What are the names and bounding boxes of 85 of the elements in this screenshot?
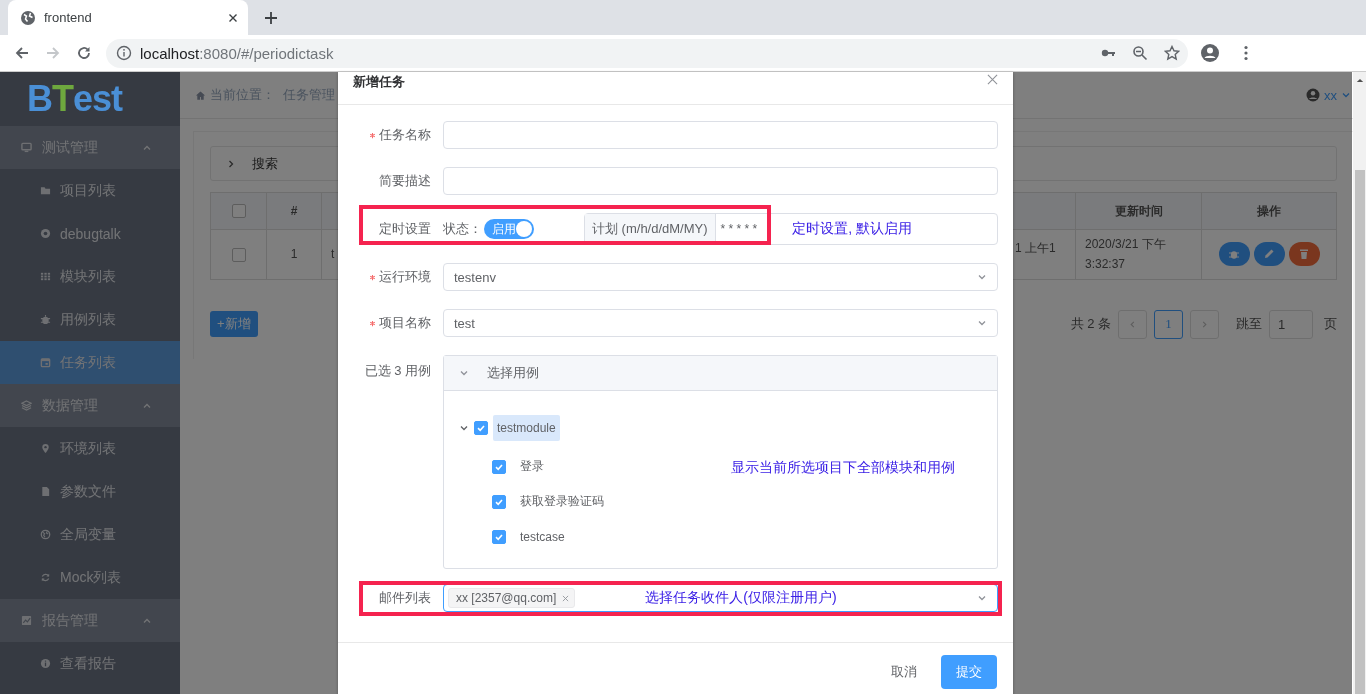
chart-icon: [21, 615, 32, 626]
url-text: localhost:8080/#/periodictask: [140, 44, 334, 62]
page-button[interactable]: 1: [1154, 309, 1183, 339]
chevron-icon: [977, 272, 987, 282]
tag[interactable]: xx [2357@qq.com]: [448, 588, 576, 608]
bug-icon: [1228, 248, 1240, 261]
tree-node[interactable]: 登录: [516, 452, 548, 481]
avatar-icon: [1306, 88, 1320, 102]
calendar-icon: [40, 357, 51, 368]
tree-node[interactable]: 获取登录验证码: [516, 487, 608, 516]
field-label: 已选 3 用例: [364, 362, 431, 380]
chevron-icon: [977, 593, 987, 603]
table-header-cell: 操作: [1201, 192, 1337, 230]
reload-icon[interactable]: [76, 45, 92, 61]
globe-icon: [20, 9, 36, 26]
table-cell: 2020/3/21 下午3:32:37: [1075, 229, 1202, 280]
page-input[interactable]: 1: [1269, 309, 1313, 339]
tree-node[interactable]: testcase: [516, 523, 569, 550]
field-label: 邮件列表: [379, 589, 431, 607]
annotation-text: 选择任务收件人(仅限注册用户): [645, 589, 837, 607]
home-icon: [195, 89, 206, 101]
plus-icon[interactable]: [264, 11, 278, 25]
checkbox[interactable]: [231, 248, 246, 262]
forward-icon[interactable]: [45, 45, 61, 61]
text-field[interactable]: [443, 167, 998, 195]
refresh-icon: [40, 572, 51, 583]
user-menu[interactable]: xx: [1306, 87, 1351, 103]
add-button[interactable]: +新增: [210, 311, 258, 338]
file-icon: [40, 486, 51, 497]
folder-icon: [40, 185, 51, 196]
cancel-button[interactable]: 取消: [891, 663, 917, 681]
chevron-icon: [1341, 90, 1351, 100]
tree-node[interactable]: testmodule: [493, 414, 560, 441]
cog-icon: [40, 228, 51, 239]
menu-icon[interactable]: [1244, 45, 1248, 61]
checkbox[interactable]: [492, 459, 506, 474]
account-icon[interactable]: [1200, 43, 1220, 63]
table-header-cell: #: [266, 192, 322, 230]
layers-icon: [21, 400, 32, 411]
address-bar[interactable]: localhost:8080/#/periodictask: [106, 38, 1188, 68]
annotation-text: 显示当前所选项目下全部模块和用例: [731, 459, 955, 477]
globe-icon: [40, 529, 51, 540]
checkbox[interactable]: [474, 420, 488, 435]
checkbox[interactable]: [492, 529, 506, 544]
browser-tab[interactable]: frontend: [8, 0, 248, 35]
checkbox[interactable]: [492, 494, 506, 509]
toggle-switch[interactable]: 启用: [484, 219, 534, 239]
grid-icon: [40, 271, 51, 282]
monitor-icon: [21, 142, 32, 153]
star-icon[interactable]: [1164, 45, 1180, 61]
delete-button[interactable]: [1288, 242, 1320, 267]
total-count: 共 2 条: [1070, 315, 1111, 334]
field-label: 项目名称: [379, 314, 431, 332]
page-unit: 页: [1324, 315, 1337, 334]
table-header-cell: 更新时间: [1075, 192, 1202, 230]
edit-button[interactable]: [1253, 242, 1285, 267]
field-label: 任务名称: [379, 126, 431, 144]
close-icon[interactable]: [228, 12, 238, 23]
info-icon: [116, 45, 132, 61]
back-icon[interactable]: [14, 45, 30, 61]
chevron-icon: [1128, 319, 1137, 329]
trash-icon: [1298, 248, 1310, 261]
bug-icon: [40, 314, 51, 325]
select-field[interactable]: test: [443, 309, 998, 337]
checkbox[interactable]: [231, 204, 246, 219]
zoom-out-icon[interactable]: [1132, 45, 1148, 61]
pencil-icon: [1263, 248, 1275, 261]
tab-title: frontend: [44, 10, 93, 25]
field-label: 简要描述: [379, 172, 431, 190]
submit-button[interactable]: 提交: [941, 655, 997, 689]
info-icon: [40, 658, 51, 669]
arrow-up-icon[interactable]: [1356, 78, 1364, 83]
pin-icon: [40, 443, 51, 454]
dialog-title: 新增任务: [353, 73, 405, 91]
text-field[interactable]: [443, 121, 998, 149]
scrollbar[interactable]: [1353, 72, 1366, 694]
input-prefix: 计划 (m/h/d/dM/MY): [585, 214, 716, 244]
debug-button[interactable]: [1218, 242, 1250, 267]
jump-label: 跳至: [1236, 315, 1262, 334]
menu-item[interactable]: 任务列表: [0, 341, 180, 384]
select-field[interactable]: testenv: [443, 263, 998, 291]
table-cell: 1: [266, 229, 322, 280]
chevron-icon: [1200, 319, 1209, 329]
panel-header[interactable]: 选择用例: [444, 356, 997, 391]
chevron-icon: [977, 318, 987, 328]
